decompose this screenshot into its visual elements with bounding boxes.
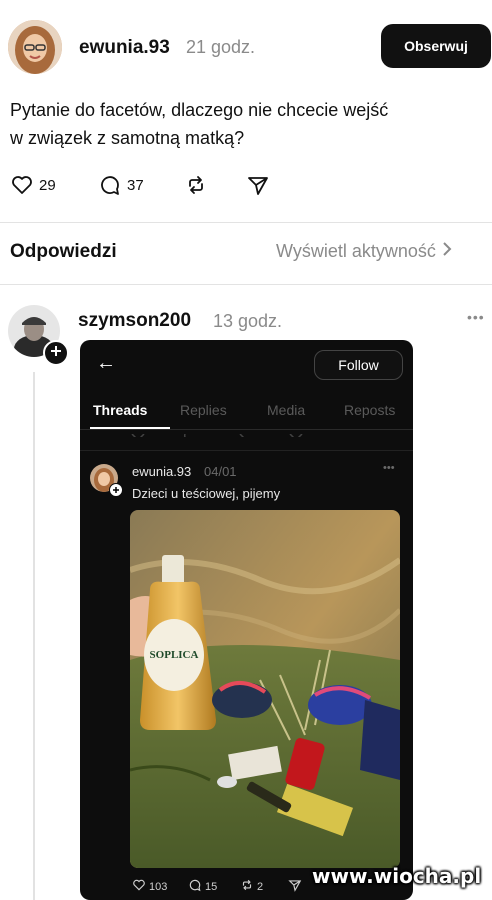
like-action[interactable]: 29 (10, 173, 56, 197)
like-count: 29 (39, 176, 56, 194)
embedded-post-text: Dzieci u teściowej, pijemy (132, 486, 281, 501)
post-text-line-2: w związek z samotną matką? (10, 128, 245, 148)
tab-threads[interactable]: Threads (93, 402, 147, 418)
view-activity-link[interactable]: Wyświetl aktywność (276, 241, 452, 262)
tab-media[interactable]: Media (267, 402, 305, 418)
send-icon (288, 879, 302, 896)
more-options-button[interactable]: ••• (467, 309, 485, 325)
add-follow-badge[interactable] (43, 340, 69, 366)
embedded-add-badge (109, 483, 123, 497)
post-text: Pytanie do facetów, dlaczego nie chcecie… (10, 96, 480, 152)
divider-bottom (0, 284, 492, 285)
comment-icon (98, 173, 122, 197)
post-divider (80, 450, 413, 451)
tab-replies[interactable]: Replies (180, 402, 227, 418)
tab-reposts[interactable]: Reposts (344, 402, 395, 418)
embedded-date: 04/01 (204, 464, 237, 479)
reply-image[interactable]: ← Follow Threads Replies Media Reposts e… (80, 340, 413, 900)
repost-icon (240, 878, 254, 895)
divider-top (0, 222, 492, 223)
share-action[interactable] (246, 173, 270, 197)
post-time: 21 godz. (186, 37, 256, 57)
bottle-label: SOPLICA (150, 649, 199, 661)
follow-button[interactable]: Obserwuj (381, 24, 491, 68)
embedded-like-count: 103 (149, 880, 168, 893)
embedded-photo[interactable]: SOPLICA (130, 510, 400, 868)
comment-action[interactable]: 37 (98, 173, 144, 197)
send-icon (246, 173, 270, 197)
thread-line (33, 372, 35, 900)
comment-icon (188, 878, 202, 895)
embedded-comment-action[interactable]: 15 (188, 878, 217, 895)
embedded-comment-count: 15 (205, 880, 218, 893)
replies-title: Odpowiedzi (10, 241, 117, 262)
watermark: www.wiocha.pl (312, 864, 482, 888)
cropped-action-row (130, 429, 350, 437)
heart-icon (132, 878, 146, 895)
reply-time: 13 godz. (213, 311, 283, 331)
plus-icon (112, 481, 120, 499)
back-arrow-icon[interactable]: ← (96, 352, 116, 375)
post-username[interactable]: ewunia.93 (79, 37, 170, 59)
embedded-username[interactable]: ewunia.93 (132, 464, 191, 479)
plus-icon (50, 344, 62, 362)
embedded-repost-count: 2 (257, 880, 264, 893)
heart-icon (10, 173, 34, 197)
embedded-like-action[interactable]: 103 (132, 878, 167, 895)
reply-username[interactable]: szymson200 (78, 310, 191, 332)
view-activity-label: Wyświetl aktywność (276, 241, 436, 261)
embedded-share-action[interactable] (288, 878, 302, 897)
chevron-right-icon (442, 241, 452, 262)
embedded-repost-action[interactable]: 2 (240, 878, 263, 895)
post-text-line-1: Pytanie do facetów, dlaczego nie chcecie… (10, 100, 389, 120)
post-author-avatar[interactable] (8, 20, 62, 74)
repost-action[interactable] (184, 173, 208, 197)
embedded-more-button[interactable]: ••• (383, 462, 395, 474)
repost-icon (184, 173, 208, 197)
embedded-follow-button[interactable]: Follow (314, 350, 403, 380)
comment-count: 37 (127, 176, 144, 194)
